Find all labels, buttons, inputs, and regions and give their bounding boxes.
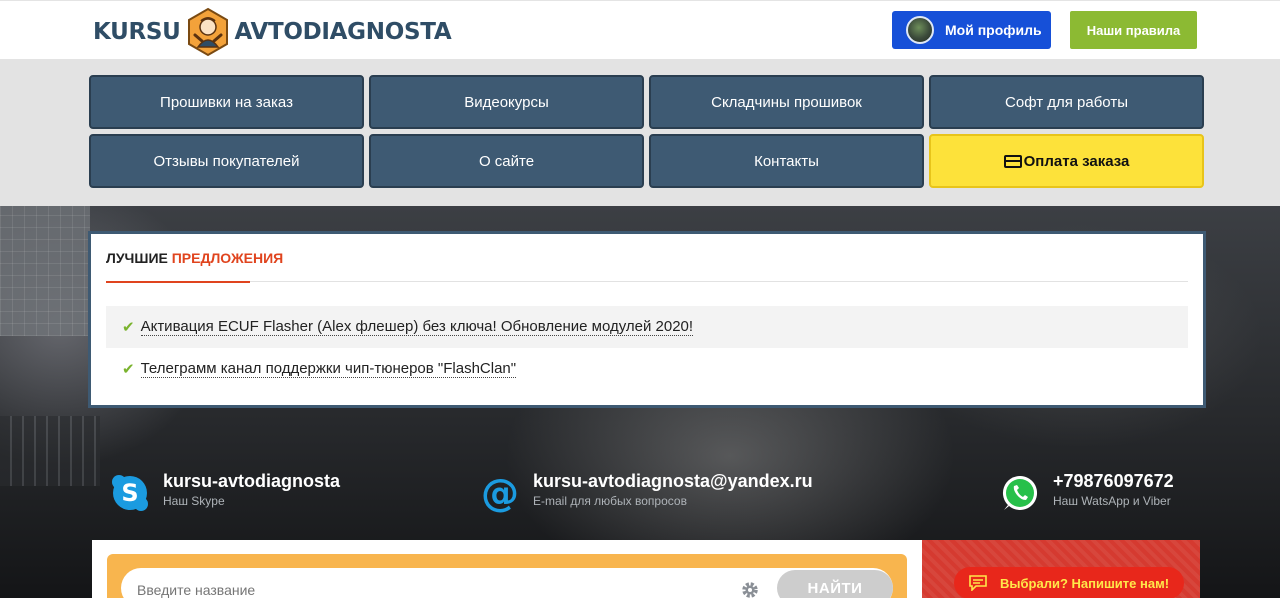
offer-link[interactable]: Активация ECUF Flasher (Alex флешер) без…: [140, 318, 694, 336]
nav-reviews[interactable]: Отзывы покупателей: [89, 134, 364, 188]
my-profile-label: Мой профиль: [945, 22, 1042, 38]
credit-card-icon: [1003, 154, 1022, 168]
search-box: НАЙТИ: [107, 554, 907, 598]
whatsapp-icon: [1002, 475, 1038, 510]
check-icon: ✔: [122, 319, 135, 336]
check-icon: ✔: [122, 361, 135, 378]
hero-keyboard-graphic: [0, 416, 100, 486]
chat-button-label: Выбрали? Напишите нам!: [1000, 575, 1170, 591]
offer-item[interactable]: ✔ Телеграмм канал поддержки чип-тюнеров …: [106, 348, 1188, 390]
skype-caption: Наш Skype: [163, 494, 225, 508]
skype-icon: S: [112, 475, 148, 511]
nav-video-courses[interactable]: Видеокурсы: [369, 75, 644, 129]
site-logo[interactable]: KURSU AVTODIAGNOSTA: [93, 7, 452, 57]
contact-whatsapp[interactable]: +79876097672 Наш WatsApp и Viber: [1000, 470, 1174, 513]
contact-email[interactable]: @ kursu-avtodiagnosta@yandex.ru E-mail д…: [480, 470, 813, 513]
nav-software[interactable]: Софт для работы: [929, 75, 1204, 129]
at-icon: @: [481, 473, 519, 513]
nav-firmware-pools[interactable]: Складчины прошивок: [649, 75, 924, 129]
email-caption: E-mail для любых вопросов: [533, 494, 687, 508]
whatsapp-caption: Наш WatsApp и Viber: [1053, 494, 1171, 508]
my-profile-button[interactable]: Мой профиль: [892, 11, 1051, 49]
best-offers-panel: ЛУЧШИЕ ПРЕДЛОЖЕНИЯ ✔ Активация ECUF Flas…: [88, 231, 1206, 408]
phone-number: +79876097672: [1053, 471, 1174, 491]
logo-text-right: AVTODIAGNOSTA: [234, 19, 452, 45]
logo-text-left: KURSU: [93, 19, 181, 45]
email-address: kursu-avtodiagnosta@yandex.ru: [533, 471, 813, 491]
site-header: KURSU AVTODIAGNOSTA Мой профиль Наши пра…: [0, 0, 1280, 59]
offers-title-accent: ПРЕДЛОЖЕНИЯ: [171, 250, 284, 266]
search-button[interactable]: НАЙТИ: [777, 570, 893, 598]
hero-screen-graphic: [0, 206, 90, 336]
chat-button[interactable]: Выбрали? Напишите нам!: [954, 567, 1184, 598]
search-section: НАЙТИ: [92, 540, 922, 598]
main-nav: Прошивки на заказ Видеокурсы Складчины п…: [0, 59, 1280, 206]
avatar: [906, 16, 934, 44]
nav-payment-label: Оплата заказа: [1023, 152, 1130, 170]
offers-title-prefix: ЛУЧШИЕ: [106, 250, 168, 266]
svg-text:S: S: [121, 479, 138, 507]
chat-bubble-icon: [969, 575, 987, 591]
offer-item[interactable]: ✔ Активация ECUF Flasher (Alex флешер) б…: [106, 306, 1188, 348]
offers-title: ЛУЧШИЕ ПРЕДЛОЖЕНИЯ: [106, 250, 283, 266]
mechanic-logo-icon: [187, 7, 228, 57]
nav-about[interactable]: О сайте: [369, 134, 644, 188]
svg-text:@: @: [481, 473, 519, 513]
contact-skype[interactable]: S kursu-avtodiagnosta Наш Skype: [110, 470, 340, 513]
nav-payment[interactable]: Оплата заказа: [929, 134, 1204, 188]
skype-handle: kursu-avtodiagnosta: [163, 471, 341, 491]
offers-divider: [106, 281, 1188, 282]
offer-link[interactable]: Телеграмм канал поддержки чип-тюнеров "F…: [140, 360, 517, 378]
nav-contacts[interactable]: Контакты: [649, 134, 924, 188]
our-rules-button[interactable]: Наши правила: [1070, 11, 1197, 49]
gear-icon[interactable]: [740, 580, 760, 598]
nav-custom-firmware[interactable]: Прошивки на заказ: [89, 75, 364, 129]
offers-divider-accent: [106, 281, 250, 283]
